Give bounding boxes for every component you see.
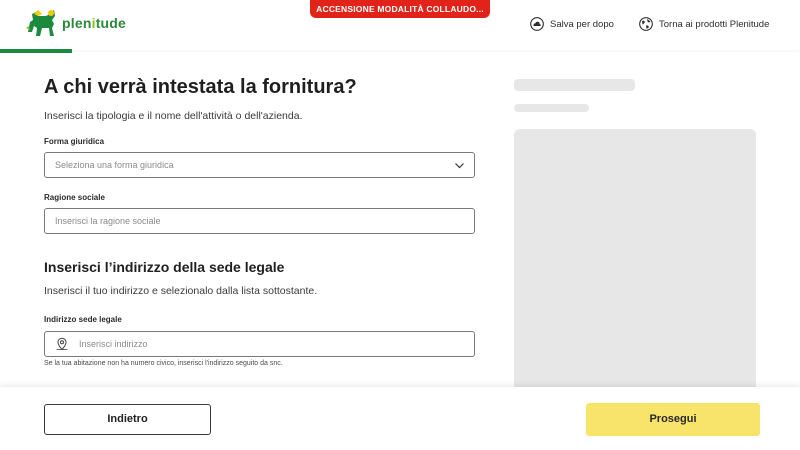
plenitude-logo[interactable]: plenitude (24, 8, 126, 38)
save-for-later-label: Salva per dopo (550, 18, 614, 30)
continue-button[interactable]: Prosegui (586, 403, 760, 436)
skeleton-line (514, 104, 589, 112)
company-name-label: Ragione sociale (44, 193, 105, 202)
legal-form-label: Forma giuridica (44, 137, 105, 146)
back-to-products-link[interactable]: Torna ai prodotti Plenitude (639, 17, 769, 31)
back-button[interactable]: Indietro (44, 404, 211, 435)
address-placeholder: Inserisci indirizzo (79, 339, 148, 349)
location-pin-icon (56, 337, 68, 351)
company-name-placeholder: Inserisci la ragione sociale (55, 216, 161, 226)
company-name-input[interactable]: Inserisci la ragione sociale (44, 208, 475, 234)
skeleton-line (514, 79, 635, 91)
address-label: Indirizzo sede legale (44, 315, 122, 324)
address-hint: Se la tua abitazione non ha numero civic… (44, 360, 283, 367)
skeleton-card (514, 129, 756, 391)
test-mode-banner: ACCENSIONE MODALITÀ COLLAUDO... (310, 0, 490, 18)
page-title: A chi verrà intestata la fornitura? (44, 76, 357, 98)
legal-form-placeholder: Seleziona una forma giuridica (55, 160, 174, 170)
address-section-subtitle: Inserisci il tuo indirizzo e selezionalo… (44, 285, 318, 297)
legal-form-select[interactable]: Seleziona una forma giuridica (44, 152, 475, 178)
form-intro: A chi verrà intestata la fornitura? Inse… (44, 72, 476, 122)
cloud-icon (530, 17, 544, 31)
page-subtitle: Inserisci la tipologia e il nome dell'at… (44, 110, 303, 122)
globe-icon (639, 17, 653, 31)
progress-indicator (0, 49, 72, 53)
back-to-products-label: Torna ai prodotti Plenitude (659, 18, 770, 30)
logo-wordmark: plenitude (62, 15, 127, 31)
top-header: plenitude ACCENSIONE MODALITÀ COLLAUDO..… (0, 0, 800, 53)
address-input[interactable]: Inserisci indirizzo (44, 331, 475, 357)
chevron-down-icon (455, 163, 464, 169)
footer-bar: Indietro Prosegui (0, 387, 800, 450)
save-for-later-link[interactable]: Salva per dopo (530, 17, 614, 31)
logo-dog-icon (26, 10, 55, 36)
address-section-title: Inserisci l’indirizzo della sede legale (44, 259, 285, 275)
